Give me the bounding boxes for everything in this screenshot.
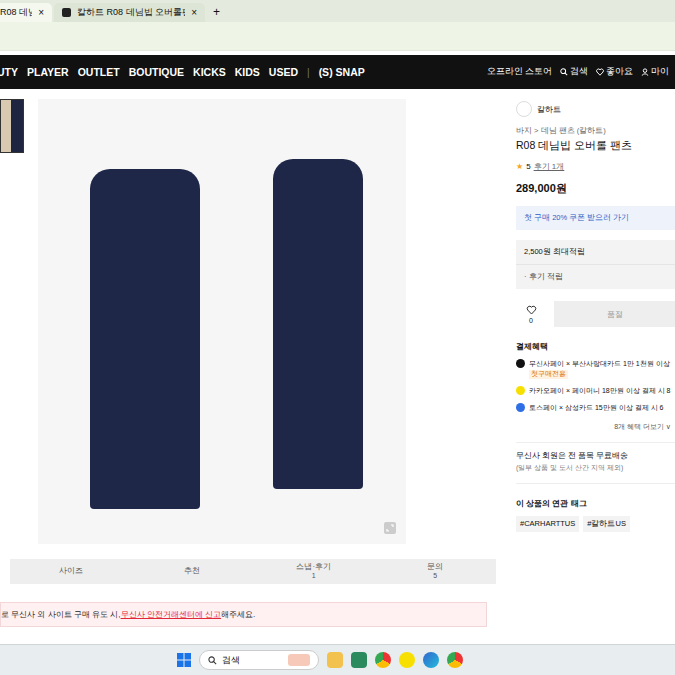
taskbar-search[interactable]: 검색 [199, 650, 319, 670]
search-icon [208, 656, 217, 665]
shipping-note: (일부 상품 및 도서 산간 지역 제외) [516, 463, 675, 473]
heart-icon [526, 305, 537, 315]
shipping-title: 무신사 회원은 전 품목 무료배송 [516, 451, 675, 461]
nav-bar: UTY PLAYER OUTLET BOUTIQUE KICKS KIDS USED | (… [0, 55, 675, 89]
alert-strip: 로 무신사 외 사이트 구매 유도 시, 무신사 안전거래센터에 신고 해주세요… [0, 602, 487, 627]
brand-logo-icon [516, 101, 532, 117]
like-button[interactable]: 0 [516, 305, 540, 324]
brand[interactable]: 칼하트 [516, 101, 675, 117]
edge-icon[interactable] [423, 652, 439, 668]
nav-item[interactable]: UTY [0, 66, 18, 78]
star-icon: ★ [516, 162, 523, 171]
pay-logo-icon [516, 359, 525, 368]
browser-tab[interactable]: R08 데님빕 × [0, 3, 52, 22]
report-link[interactable]: 무신사 안전거래센터에 신고 [121, 609, 221, 620]
browser-tab[interactable]: 칼하트 R08 데님빕 오버롤팬츠 × [54, 3, 205, 22]
expand-icon[interactable] [384, 522, 396, 534]
nav-right-item[interactable]: 마이 [641, 66, 669, 78]
product-info: 칼하트 바지 > 데님 팬츠 (칼하트) R08 데님빕 오버롤 팬츠 ★ 5후… [505, 89, 675, 644]
nav-divider: | [307, 67, 310, 78]
detail-tab[interactable]: 추천 [132, 559, 254, 584]
heart-icon [596, 68, 604, 76]
address-bar[interactable] [0, 22, 675, 51]
price: 289,000원 [516, 181, 675, 196]
pay-logo-icon [516, 403, 525, 412]
product-photo [38, 99, 406, 544]
kakaotalk-icon[interactable] [399, 652, 415, 668]
nav-right-item[interactable]: 검색 [560, 66, 588, 78]
more-benefits[interactable]: 8개 혜택 더보기 ∨ [516, 422, 675, 432]
nav-item[interactable]: OUTLET [78, 66, 120, 78]
explorer-icon[interactable] [327, 652, 343, 668]
detail-tab[interactable]: 문의 5 [375, 559, 497, 584]
tag[interactable]: #칼하트US [583, 516, 630, 532]
benefit-row[interactable]: 토스페이 × 삼성카드 15만원 이상 결제 시 6 [516, 403, 675, 413]
chrome-icon[interactable] [375, 652, 391, 668]
benefit-row[interactable]: 카카오페이 × 페이머니 18만원 이상 결제 시 8 [516, 386, 675, 396]
badge: 첫구매전용 [529, 370, 568, 379]
snap-link[interactable]: (S) SNAP [319, 66, 365, 78]
tab-bar: R08 데님빕 × 칼하트 R08 데님빕 오버롤팬츠 × + [0, 0, 675, 22]
tag[interactable]: #CARHARTTUS [516, 516, 579, 532]
breadcrumb[interactable]: 바지 > 데님 팬츠 (칼하트) [516, 126, 675, 136]
close-tab-button[interactable]: × [38, 7, 44, 18]
nav-item[interactable]: PLAYER [27, 66, 69, 78]
thumbnail[interactable] [0, 99, 24, 153]
detail-tabs: 사이즈 추천 스냅·후기 1문의 5 [10, 559, 496, 584]
nav-item[interactable]: KICKS [193, 66, 226, 78]
detail-tab[interactable]: 사이즈 [10, 559, 132, 584]
new-tab-button[interactable]: + [207, 5, 226, 22]
coupon-banner[interactable]: 첫 구매 20% 쿠폰 받으러 가기 [516, 206, 675, 230]
nav-right-item[interactable]: 오프라인 스토어 [487, 66, 552, 78]
pay-logo-icon [516, 386, 525, 395]
user-icon [641, 68, 649, 76]
benefits-title: 결제혜택 [516, 341, 675, 352]
nav-right-item[interactable]: 좋아요 [596, 66, 633, 78]
nav-item[interactable]: BOUTIQUE [129, 66, 184, 78]
search-icon [560, 68, 568, 76]
product-title: R08 데님빕 오버롤 팬츠 [516, 139, 675, 153]
points-box: 2,500원 최대적립 · 후기 적립 [516, 240, 675, 289]
close-tab-button[interactable]: × [191, 7, 197, 18]
search-highlight-icon [288, 654, 310, 666]
taskbar: 검색 [0, 644, 675, 675]
buy-button[interactable]: 품절 [554, 301, 675, 327]
benefit-row[interactable]: 무신사페이 × 부산사랑대카드 1만 1천원 이상 첫구매전용 [516, 359, 675, 379]
app-icon[interactable] [351, 652, 367, 668]
nav-item[interactable]: USED [269, 66, 298, 78]
favicon-icon [62, 8, 71, 17]
page: R08 데님빕 × 칼하트 R08 데님빕 오버롤팬츠 × + UTY PLAYE… [0, 0, 675, 675]
nav-item[interactable]: KIDS [235, 66, 260, 78]
chrome-profile-icon[interactable] [447, 652, 463, 668]
windows-icon[interactable] [177, 653, 191, 667]
rating[interactable]: ★ 5후기 1개 [516, 161, 675, 172]
tags-title: 이 상품의 연관 태그 [516, 498, 675, 509]
detail-tab[interactable]: 스냅·후기 1 [253, 559, 375, 584]
